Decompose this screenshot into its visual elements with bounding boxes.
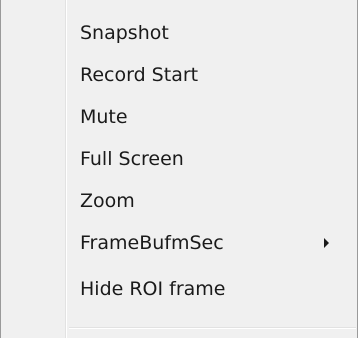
- menu-item-snapshot[interactable]: Snapshot: [2, 12, 357, 54]
- menu-item-mute[interactable]: Mute: [2, 96, 357, 138]
- context-menu: Snapshot Record Start Mute Full Screen Z…: [0, 0, 358, 338]
- menu-item-label: Mute: [80, 106, 128, 128]
- menu-item-label: Snapshot: [80, 22, 169, 44]
- menu-item-framebufmsec[interactable]: FrameBufmSec: [2, 222, 357, 264]
- menu-item-label: Hide ROI frame: [80, 278, 226, 300]
- menu-item-label: Zoom: [80, 190, 135, 212]
- menu-item-zoom[interactable]: Zoom: [2, 180, 357, 222]
- chevron-right-icon: [324, 238, 329, 248]
- menu-separator-highlight: [69, 328, 356, 329]
- menu-item-full-screen[interactable]: Full Screen: [2, 138, 357, 180]
- menu-item-label: Record Start: [80, 64, 199, 86]
- menu-item-label: Full Screen: [80, 148, 184, 170]
- menu-item-hide-roi-frame[interactable]: Hide ROI frame: [2, 268, 357, 310]
- menu-item-record-start[interactable]: Record Start: [2, 54, 357, 96]
- menu-item-label: FrameBufmSec: [80, 232, 224, 254]
